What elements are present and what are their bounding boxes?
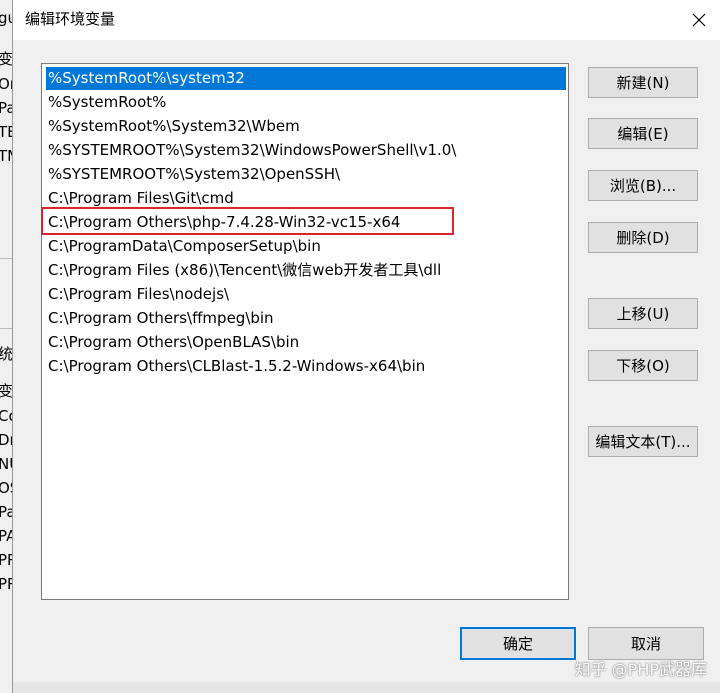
close-button[interactable] [683, 4, 715, 36]
list-item[interactable]: %SYSTEMROOT%\System32\OpenSSH\ [46, 163, 566, 186]
ok-button[interactable]: 确定 [460, 627, 576, 660]
list-item[interactable]: %SystemRoot% [46, 91, 566, 114]
list-item[interactable]: C:\ProgramData\ComposerSetup\bin [46, 235, 566, 258]
list-item[interactable]: C:\Program Files (x86)\Tencent\微信web开发者工… [46, 259, 566, 282]
new-button[interactable]: 新建(N) [588, 67, 698, 98]
edit-button[interactable]: 编辑(E) [588, 118, 698, 149]
list-item[interactable]: C:\Program Others\ffmpeg\bin [46, 307, 566, 330]
list-item[interactable]: C:\Program Files\nodejs\ [46, 283, 566, 306]
delete-button[interactable]: 删除(D) [588, 222, 698, 253]
list-item[interactable]: C:\Program Others\CLBlast-1.5.2-Windows-… [46, 355, 566, 378]
move-up-button[interactable]: 上移(U) [588, 298, 698, 329]
bottom-edge [13, 682, 720, 693]
list-item[interactable]: %SYSTEMROOT%\System32\WindowsPowerShell\… [46, 139, 566, 162]
close-icon [692, 13, 706, 27]
edit-text-button[interactable]: 编辑文本(T)... [588, 426, 698, 457]
move-down-button[interactable]: 下移(O) [588, 350, 698, 381]
cancel-button[interactable]: 取消 [588, 627, 704, 660]
dialog-title: 编辑环境变量 [25, 10, 116, 28]
browse-button[interactable]: 浏览(B)... [588, 170, 698, 201]
path-listbox[interactable]: %SystemRoot%\system32 %SystemRoot% %Syst… [41, 63, 569, 600]
list-item[interactable]: C:\Program Files\Git\cmd [46, 187, 566, 210]
list-item[interactable]: C:\Program Others\php-7.4.28-Win32-vc15-… [46, 211, 566, 234]
list-item[interactable]: C:\Program Others\OpenBLAS\bin [46, 331, 566, 354]
title-bar: 编辑环境变量 [13, 0, 720, 40]
edit-environment-variable-dialog: 编辑环境变量 %SystemRoot%\system32 %SystemRoot… [12, 0, 720, 693]
list-item[interactable]: %SystemRoot%\system32 [46, 67, 566, 90]
list-item[interactable]: %SystemRoot%\System32\Wbem [46, 115, 566, 138]
